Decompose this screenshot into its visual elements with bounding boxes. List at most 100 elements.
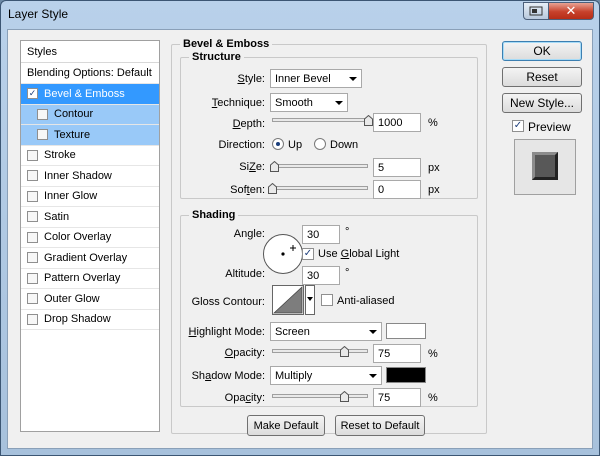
depth-input[interactable]: 1000 — [373, 113, 421, 132]
shadow-opacity-slider-thumb[interactable] — [340, 391, 349, 402]
title-bar[interactable]: Layer Style ✕ — [1, 1, 599, 27]
style-item-checkbox[interactable] — [27, 231, 38, 243]
preview-checkbox[interactable]: ✓ — [512, 120, 524, 132]
depth-unit: % — [428, 117, 438, 129]
soften-slider[interactable] — [268, 183, 368, 195]
style-dropdown[interactable]: Inner Bevel — [270, 69, 362, 88]
style-item-checkbox[interactable]: ✓ — [27, 88, 38, 100]
direction-down-label[interactable]: Down — [330, 139, 358, 151]
style-item[interactable]: Texture — [21, 125, 159, 146]
style-item-checkbox[interactable] — [27, 149, 38, 161]
chevron-down-icon — [369, 330, 377, 334]
anti-aliased-label[interactable]: Anti-aliased — [337, 295, 394, 307]
style-item[interactable]: Drop Shadow — [21, 310, 159, 330]
depth-slider-thumb[interactable] — [364, 115, 373, 126]
size-slider-thumb[interactable] — [269, 161, 279, 172]
style-item-checkbox[interactable] — [27, 252, 38, 264]
gloss-contour-picker[interactable] — [272, 285, 304, 315]
use-global-light-checkbox[interactable]: ✓ — [302, 248, 314, 260]
soften-input[interactable]: 0 — [373, 180, 421, 199]
blending-options-item[interactable]: Blending Options: Default — [21, 63, 159, 84]
technique-dropdown[interactable]: Smooth — [270, 93, 348, 112]
soften-label: Soften: — [230, 184, 265, 196]
altitude-input[interactable]: 30 — [302, 266, 340, 285]
direction-down-radio[interactable] — [314, 138, 326, 150]
technique-value: Smooth — [275, 97, 313, 109]
soften-value: 0 — [378, 184, 385, 196]
close-icon: ✕ — [565, 3, 577, 18]
depth-slider[interactable] — [272, 115, 373, 127]
structure-title: Structure — [189, 51, 244, 63]
style-item[interactable]: Inner Glow — [21, 187, 159, 207]
depth-value: 1000 — [378, 117, 403, 129]
reset-to-default-button[interactable]: Reset to Default — [335, 415, 425, 436]
style-item[interactable]: Pattern Overlay — [21, 269, 159, 289]
style-item[interactable]: Gradient Overlay — [21, 248, 159, 269]
chevron-down-icon — [335, 101, 343, 105]
style-item[interactable]: Contour — [21, 104, 159, 125]
structure-group: Structure Style: Inner Bevel Technique: … — [180, 51, 478, 199]
style-item-checkbox[interactable] — [27, 293, 38, 305]
style-item[interactable]: Stroke — [21, 146, 159, 166]
style-item[interactable]: Color Overlay — [21, 228, 159, 248]
style-item-label: Texture — [54, 128, 91, 141]
size-slider[interactable] — [269, 161, 368, 173]
style-item-label: Outer Glow — [44, 292, 100, 305]
reset-button[interactable]: Reset — [502, 67, 582, 87]
highlight-opacity-slider[interactable] — [272, 346, 368, 358]
angle-dial[interactable] — [263, 234, 303, 274]
shadow-color-swatch[interactable] — [386, 367, 426, 383]
shadow-opacity-unit: % — [428, 392, 438, 404]
style-item-checkbox[interactable] — [27, 190, 38, 202]
window-title: Layer Style — [8, 7, 69, 21]
style-item-label: Contour — [54, 108, 94, 121]
preview-label[interactable]: Preview — [528, 120, 571, 134]
highlight-opacity-value: 75 — [378, 348, 391, 360]
highlight-color-swatch[interactable] — [386, 323, 426, 339]
style-label: Style: — [237, 73, 265, 85]
chevron-down-icon — [369, 374, 377, 378]
style-item-label: Stroke — [44, 149, 76, 162]
chevron-down-icon — [349, 77, 357, 81]
highlight-opacity-slider-track — [272, 349, 368, 353]
soften-slider-thumb[interactable] — [268, 183, 277, 194]
shadow-opacity-input[interactable]: 75 — [373, 388, 421, 407]
angle-input[interactable]: 30 — [302, 225, 340, 244]
shadow-mode-dropdown[interactable]: Multiply — [270, 366, 382, 385]
style-item-checkbox[interactable] — [37, 129, 48, 141]
style-item[interactable]: ✓ Bevel & Emboss — [21, 84, 159, 105]
style-item[interactable]: Inner Shadow — [21, 166, 159, 187]
direction-up-radio[interactable] — [272, 138, 284, 150]
technique-label: Technique: — [211, 97, 265, 109]
highlight-opacity-slider-thumb[interactable] — [340, 346, 349, 357]
ok-button[interactable]: OK — [502, 41, 582, 61]
anti-aliased-checkbox[interactable] — [321, 294, 333, 306]
highlight-opacity-input[interactable]: 75 — [373, 344, 421, 363]
altitude-value: 30 — [307, 270, 320, 282]
style-value: Inner Bevel — [275, 73, 331, 85]
style-item-checkbox[interactable] — [27, 272, 38, 284]
style-item[interactable]: Outer Glow — [21, 289, 159, 310]
use-global-light-label[interactable]: Use Global Light — [318, 248, 399, 260]
shadow-opacity-slider[interactable] — [272, 391, 368, 403]
soften-unit: px — [428, 184, 440, 196]
direction-up-label[interactable]: Up — [288, 139, 302, 151]
contour-curve-icon — [272, 286, 303, 314]
style-item-checkbox[interactable] — [27, 313, 38, 325]
make-default-button[interactable]: Make Default — [247, 415, 325, 436]
style-item-checkbox[interactable] — [37, 108, 48, 120]
highlight-mode-dropdown[interactable]: Screen — [270, 322, 382, 341]
size-label: SiZe: — [239, 161, 265, 173]
gloss-contour-label: Gloss Contour: — [191, 296, 265, 308]
shadow-mode-value: Multiply — [275, 370, 313, 382]
new-style-button[interactable]: New Style... — [502, 93, 582, 113]
style-item[interactable]: Satin — [21, 207, 159, 228]
gloss-contour-dropdown[interactable] — [305, 285, 315, 315]
style-item-checkbox[interactable] — [27, 170, 38, 182]
context-help-button[interactable] — [523, 2, 549, 20]
size-input[interactable]: 5 — [373, 158, 421, 177]
close-button[interactable]: ✕ — [548, 2, 594, 20]
dialog-body: Styles Blending Options: Default ✓ Bevel … — [7, 29, 593, 449]
style-item-checkbox[interactable] — [27, 211, 38, 223]
styles-header[interactable]: Styles — [21, 41, 159, 63]
